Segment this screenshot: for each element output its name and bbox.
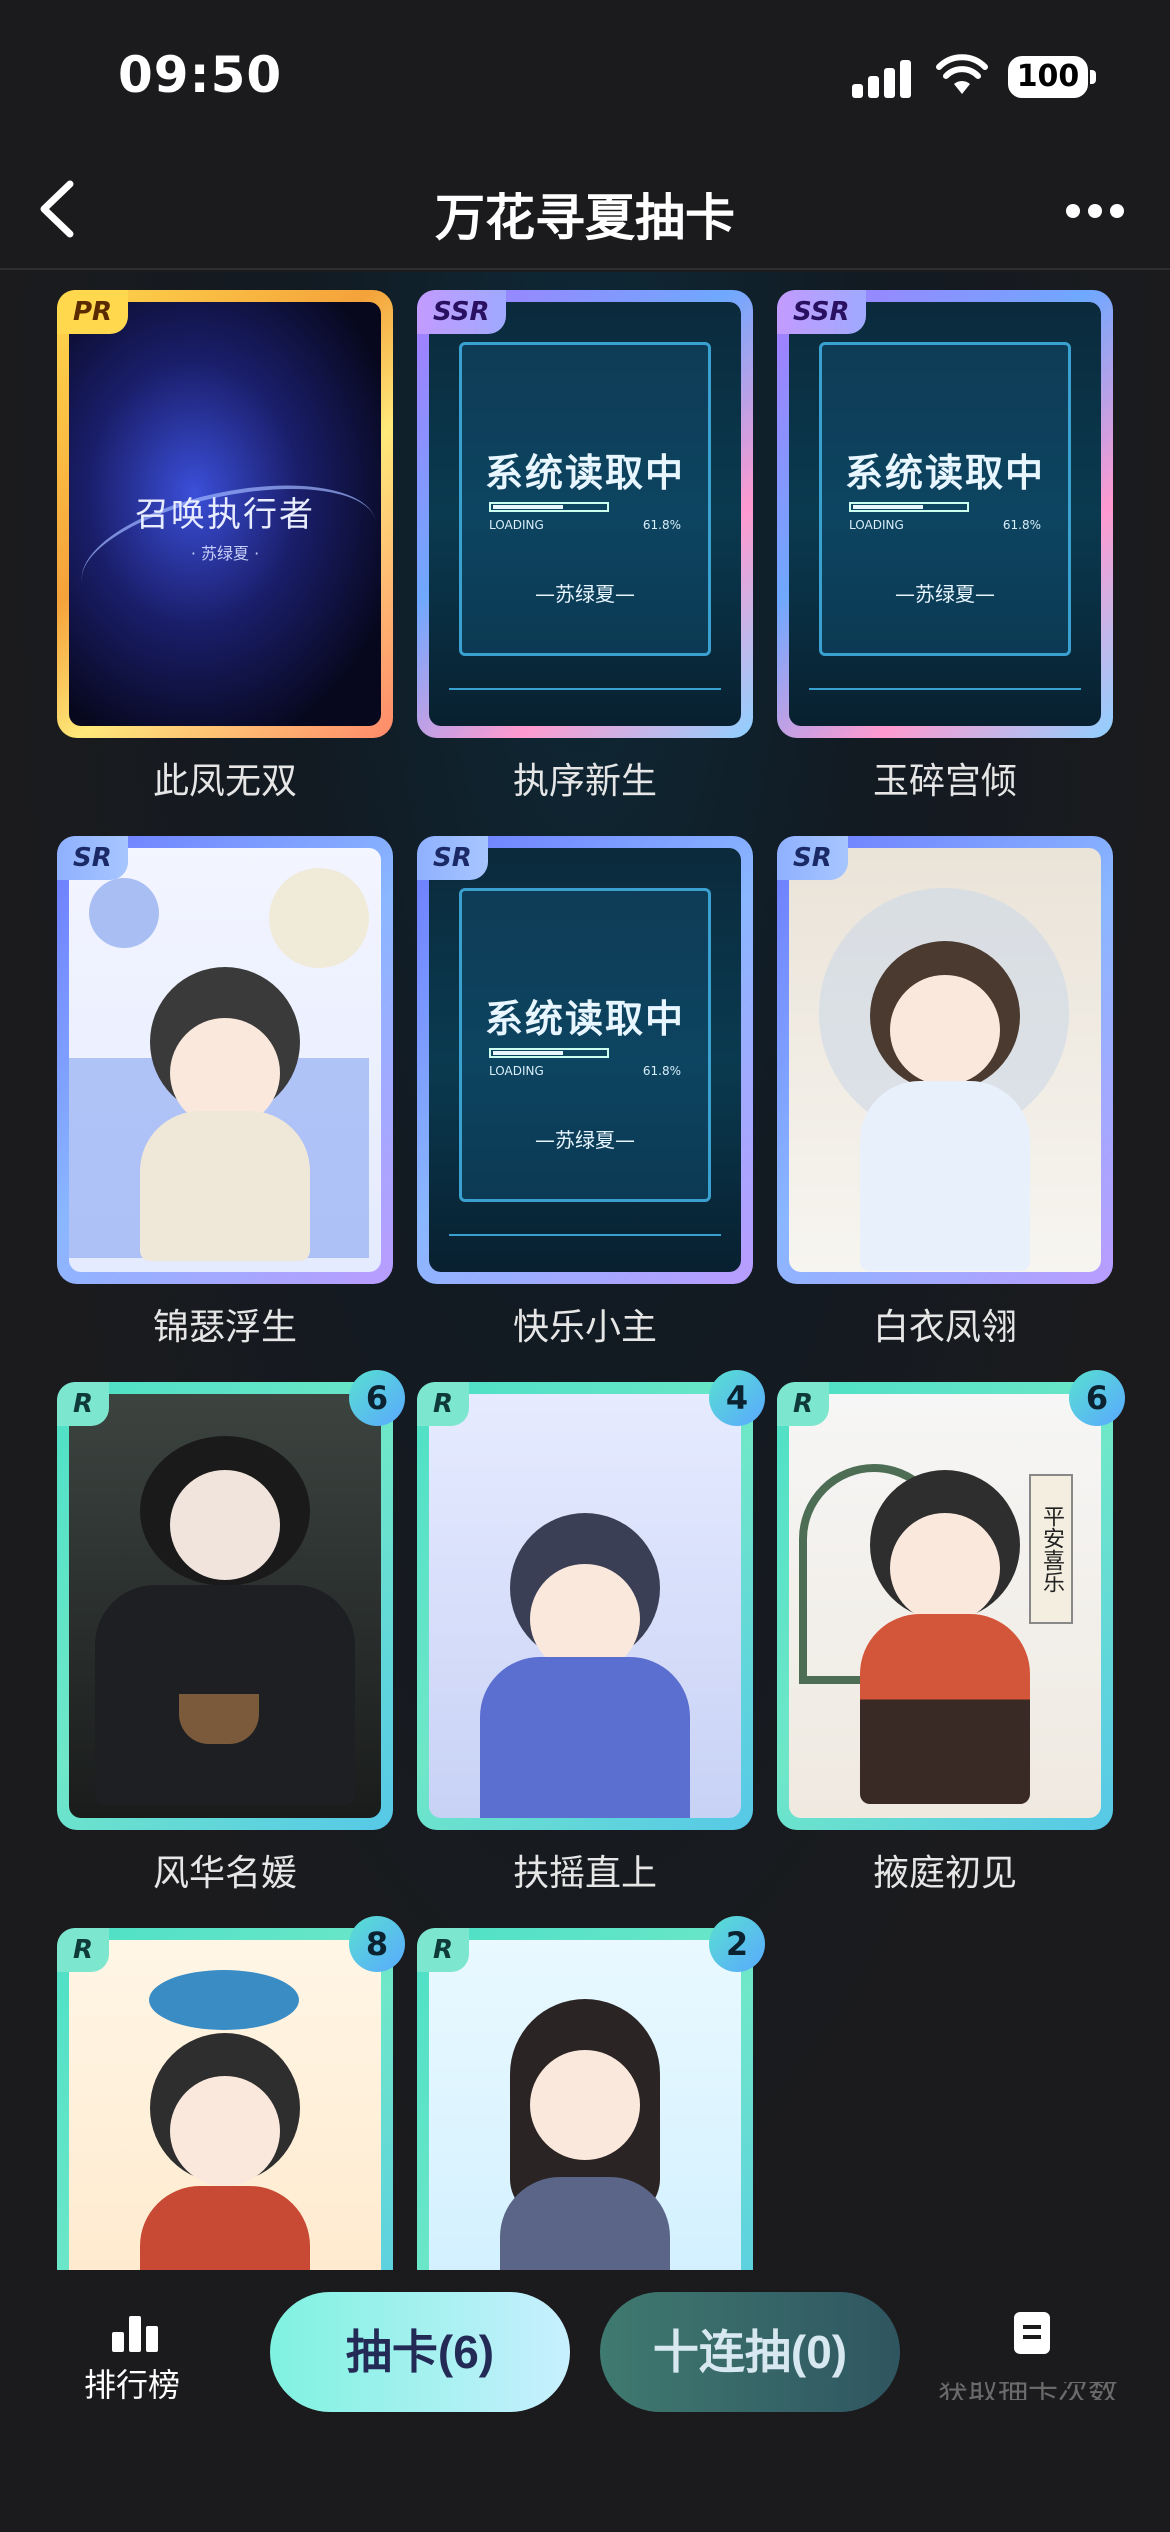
art-title: 系统读取中 [844,451,1045,495]
notes-icon[interactable] [1014,2312,1050,2354]
status-time: 09:50 [118,46,283,104]
card[interactable]: SR [57,836,393,1284]
rarity-badge: R [57,1382,110,1426]
more-icon[interactable] [1060,200,1130,220]
card-name: 掖庭初见 [872,1853,1017,1894]
card-art: 系统读取中 LOADING 61.8% —苏绿夏— [789,302,1101,726]
loading-bar [849,502,969,512]
rarity-badge: PR [57,290,129,334]
card-art [789,848,1101,1272]
count-badge: 4 [709,1370,765,1426]
card-name: 风华名媛 [152,1853,297,1894]
card-name: 白衣凤翎 [872,1307,1017,1348]
card[interactable]: R 6 平安喜乐 [777,1370,1125,1830]
loading-bar [489,502,609,512]
card-name: 玉碎宫倾 [872,761,1017,802]
rarity-badge: SSR [777,290,866,334]
card-art [429,1940,741,2270]
card-art: 系统读取中 LOADING 61.8% —苏绿夏— [429,848,741,1272]
page-title: 万花寻夏抽卡 [435,189,735,247]
card[interactable]: PR 召唤执行者 · 苏绿夏 · [57,290,393,738]
art-scroll: 平安喜乐 [1029,1474,1073,1624]
art-percent: 61.8% [1002,518,1041,532]
card[interactable]: R 8 [57,1916,405,2270]
card-art [69,848,381,1272]
wifi-icon [936,54,988,94]
card[interactable]: R 6 [57,1370,405,1830]
rarity-badge: R [777,1382,830,1426]
bottom-bar: 排行榜 抽卡(6) 十连抽(0) 获取抽卡次数 [0,2270,1170,2532]
art-percent: 61.8% [642,518,681,532]
art-loading: LOADING [489,1064,544,1078]
draw-button[interactable]: 抽卡(6) [270,2292,570,2412]
battery-icon: 100 [1008,56,1096,98]
art-title: 系统读取中 [484,451,685,495]
art-title: 系统读取中 [484,997,685,1041]
rarity-badge: SR [417,836,488,880]
art-subtitle: · 苏绿夏 · [190,544,260,563]
status-bar: 09:50 100 [0,0,1170,150]
ranking-icon[interactable] [112,2312,158,2352]
rarity-badge: SSR [417,290,506,334]
art-loading: LOADING [849,518,904,532]
art-title: 召唤执行者 [135,495,315,535]
card[interactable]: R 2 [417,1916,765,2270]
rarity-badge: R [417,1382,470,1426]
card-art: 召唤执行者 · 苏绿夏 · [69,302,381,726]
card[interactable]: R 4 [417,1370,765,1830]
card-art [69,1940,381,2270]
card-grid[interactable]: PR 召唤执行者 · 苏绿夏 · 此凤无双 SSR 系统读取中 LOADING … [0,272,1170,2270]
art-signature: —苏绿夏— [535,582,635,606]
art-signature: —苏绿夏— [895,582,995,606]
ten-draw-button[interactable]: 十连抽(0) [600,2292,900,2412]
notes-label[interactable]: 获取抽卡次数 [938,2382,1138,2400]
card-name: 扶摇直上 [512,1853,657,1894]
cellular-signal-icon [852,58,914,98]
nav-bar: 万花寻夏抽卡 [0,150,1170,270]
art-loading: LOADING [489,518,544,532]
count-badge: 6 [349,1370,405,1426]
card-art: 系统读取中 LOADING 61.8% —苏绿夏— [429,302,741,726]
card[interactable]: SSR 系统读取中 LOADING 61.8% —苏绿夏— [777,290,1113,738]
count-badge: 8 [349,1916,405,1972]
rarity-badge: R [57,1928,110,1972]
rarity-badge: SR [57,836,128,880]
card-name: 快乐小主 [512,1307,657,1348]
card[interactable]: SR 系统读取中 LOADING 61.8% —苏绿夏— [417,836,753,1284]
card-name: 此凤无双 [152,761,297,802]
loading-bar [489,1048,609,1058]
ranking-label[interactable]: 排行榜 [84,2360,180,2406]
card-art: 平安喜乐 [789,1394,1101,1818]
card-art [69,1394,381,1818]
art-signature: —苏绿夏— [535,1128,635,1152]
card-name: 锦瑟浮生 [152,1307,297,1348]
card[interactable]: SR [777,836,1113,1284]
card-name: 执序新生 [512,761,657,802]
card-art [429,1394,741,1818]
count-badge: 2 [709,1916,765,1972]
rarity-badge: R [417,1928,470,1972]
count-badge: 6 [1069,1370,1125,1426]
card[interactable]: SSR 系统读取中 LOADING 61.8% —苏绿夏— [417,290,753,738]
art-percent: 61.8% [642,1064,681,1078]
rarity-badge: SR [777,836,848,880]
